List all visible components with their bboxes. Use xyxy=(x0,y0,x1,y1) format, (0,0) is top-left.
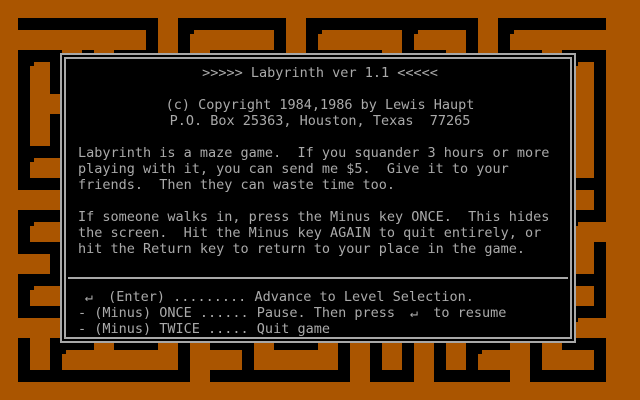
key-enter-label: (Enter) ......... xyxy=(100,289,247,305)
info-dialog: >>>>> Labyrinth ver 1.1 <<<<< (c) Copyri… xyxy=(60,53,576,343)
return-arrow-icon: ↵ xyxy=(410,305,419,321)
key-minus-once-suffix: to resume xyxy=(433,305,507,321)
copyright-line: (c) Copyright 1984,1986 by Lewis Haupt xyxy=(165,97,475,113)
game-title: >>>>> Labyrinth ver 1.1 <<<<< xyxy=(202,65,438,81)
description-line-1: Labyrinth is a maze game. If you squande… xyxy=(78,145,550,161)
key-minus-twice-row: - (Minus) TWICE ..... Quit game xyxy=(78,321,330,337)
key-minus-once-row: - (Minus) ONCE ...... Pause. Then press … xyxy=(78,305,562,321)
instructions-line-1: If someone walks in, press the Minus key… xyxy=(78,209,550,225)
return-arrow-icon: ↵ xyxy=(84,289,94,305)
address-line: P.O. Box 25363, Houston, Texas 77265 xyxy=(169,113,471,129)
description-line-3: friends. Then they can waste time too. xyxy=(78,177,395,193)
instructions-line-2: the screen. Hit the Minus key AGAIN to q… xyxy=(78,225,542,241)
key-enter-action: Advance to Level Selection. xyxy=(246,289,474,305)
instructions-line-3: hit the Return key to return to your pla… xyxy=(78,241,526,257)
separator xyxy=(68,277,568,279)
description-line-2: playing with it, you can send me $5. Giv… xyxy=(78,161,509,177)
key-enter-row: ↵ (Enter) ......... Advance to Level Sel… xyxy=(78,289,562,305)
key-minus-once-text: - (Minus) ONCE ...... Pause. Then press xyxy=(78,305,395,321)
